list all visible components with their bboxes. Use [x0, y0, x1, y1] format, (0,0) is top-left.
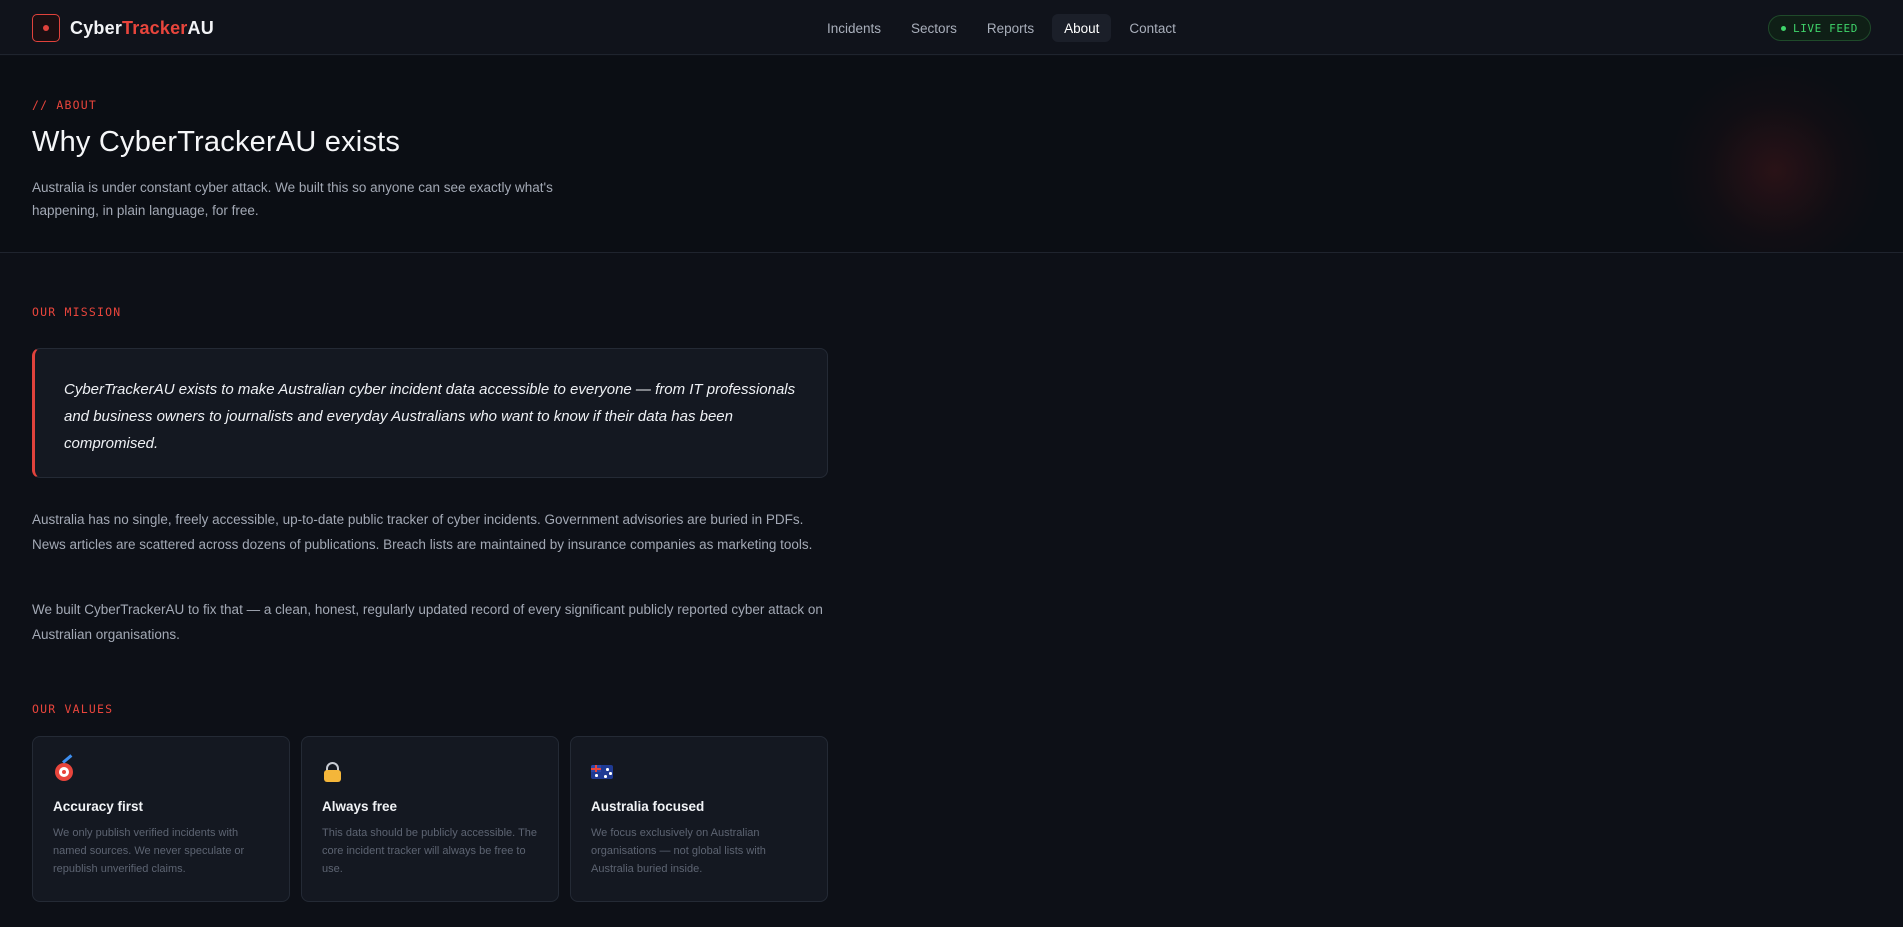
hero-section: // ABOUT Why CyberTrackerAU exists Austr… — [0, 56, 1903, 253]
value-card-accuracy: Accuracy first We only publish verified … — [32, 736, 290, 902]
brand-logo-link[interactable]: CyberTrackerAU — [32, 14, 214, 42]
australia-flag-icon — [591, 761, 613, 783]
top-nav: CyberTrackerAU Incidents Sectors Reports… — [0, 0, 1903, 55]
mission-quote: CyberTrackerAU exists to make Australian… — [64, 381, 796, 452]
mission-paragraph-1: Australia has no single, freely accessib… — [32, 512, 813, 552]
value-title: Australia focused — [591, 799, 705, 814]
nav-link-incidents[interactable]: Incidents — [815, 14, 893, 42]
nav-link-about[interactable]: About — [1052, 14, 1112, 42]
nav-link-reports[interactable]: Reports — [975, 14, 1046, 42]
value-description: We focus exclusively on Australian organ… — [591, 827, 766, 875]
lock-icon — [322, 761, 344, 783]
value-description: This data should be publicly accessible.… — [322, 827, 538, 875]
mission-paragraph-2: We built CyberTrackerAU to fix that — a … — [32, 602, 823, 642]
page-title: Why CyberTrackerAU exists — [32, 126, 401, 158]
nav-link-sectors[interactable]: Sectors — [899, 14, 969, 42]
nav-links: Incidents Sectors Reports About Contact — [815, 14, 1188, 42]
hero-subtitle: Australia is under constant cyber attack… — [32, 180, 553, 218]
nav-link-contact[interactable]: Contact — [1117, 14, 1188, 42]
live-dot-icon — [1780, 25, 1786, 31]
values-label: OUR VALUES — [32, 702, 114, 716]
brand-name: CyberTrackerAU — [70, 17, 214, 38]
record-dot-icon — [32, 14, 60, 42]
target-icon — [53, 754, 75, 783]
value-card-free: Always free This data should be publicly… — [301, 736, 559, 902]
live-feed-badge[interactable]: LIVE FEED — [1767, 15, 1871, 41]
mission-label: OUR MISSION — [32, 305, 122, 319]
hero-eyebrow: // ABOUT — [32, 98, 97, 112]
value-card-australia: Australia focused We focus exclusively o… — [570, 736, 828, 902]
live-feed-label: LIVE FEED — [1792, 21, 1858, 35]
value-title: Always free — [322, 799, 398, 814]
hero-glow — [1670, 66, 1880, 252]
mission-quote-card: CyberTrackerAU exists to make Australian… — [32, 348, 828, 478]
value-description: We only publish verified incidents with … — [53, 827, 245, 875]
value-title: Accuracy first — [53, 799, 144, 814]
